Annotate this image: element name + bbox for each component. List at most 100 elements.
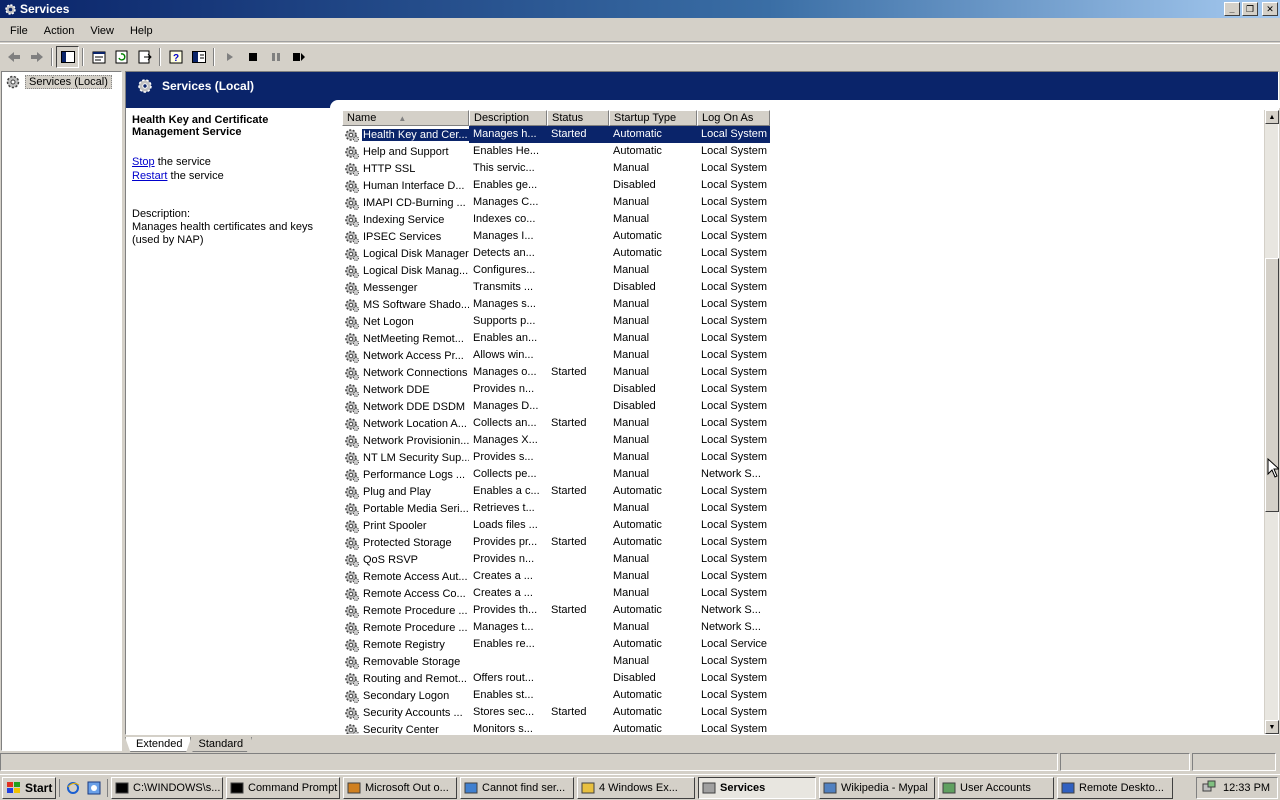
internet-explorer-icon[interactable] — [64, 779, 82, 797]
service-description: Provides s... — [473, 451, 534, 463]
table-row[interactable]: Network Location A... Collects an... Start… — [342, 415, 1264, 432]
show-hide-tree-button[interactable] — [56, 45, 79, 68]
taskbar-button[interactable]: Cannot find ser... — [460, 776, 574, 799]
service-name: Portable Media Seri... — [363, 502, 469, 515]
forward-button[interactable] — [25, 46, 48, 68]
status-cell-2 — [1060, 753, 1190, 771]
service-name-cell: Network DDE — [342, 382, 469, 398]
restart-service-button[interactable] — [287, 46, 310, 68]
table-row[interactable]: Health Key and Cer... Manages h... Started… — [342, 126, 1264, 143]
service-status — [547, 245, 609, 262]
table-row[interactable]: IMAPI CD-Burning ... Manages C... Manual Lo… — [342, 194, 1264, 211]
help-button[interactable]: ? — [164, 46, 187, 68]
column-header-startup-type[interactable]: Startup Type — [609, 110, 697, 126]
table-row[interactable]: Net Logon Supports p... Manual Local System — [342, 313, 1264, 330]
stop-service-button[interactable] — [241, 46, 264, 68]
table-row[interactable]: Secondary Logon Enables st... Automatic Loc… — [342, 687, 1264, 704]
properties-button[interactable] — [87, 46, 110, 68]
table-row[interactable]: Routing and Remot... Offers rout... Disabl… — [342, 670, 1264, 687]
taskbar-button[interactable]: User Accounts — [938, 776, 1054, 799]
start-button[interactable]: Start — [2, 776, 56, 799]
table-row[interactable]: IPSEC Services Manages I... Automatic Local… — [342, 228, 1264, 245]
network-tray-icon[interactable] — [1201, 780, 1217, 796]
table-row[interactable]: Protected Storage Provides pr... Started Au… — [342, 534, 1264, 551]
tab-standard[interactable]: Standard — [187, 737, 253, 752]
column-header-log-on-as[interactable]: Log On As — [697, 110, 770, 126]
column-header-description[interactable]: Description — [469, 110, 547, 126]
service-name-cell: QoS RSVP — [342, 552, 469, 568]
vertical-scrollbar[interactable]: ▲ ▼ — [1264, 110, 1279, 734]
table-row[interactable]: Remote Access Aut... Creates a ... Manual L… — [342, 568, 1264, 585]
table-row[interactable]: Plug and Play Enables a c... Started Automa… — [342, 483, 1264, 500]
service-name: Health Key and Cer... — [362, 128, 469, 141]
column-header-name[interactable]: Name ▲ — [342, 110, 469, 126]
service-status — [547, 636, 609, 653]
table-row[interactable]: Security Center Monitors s... Automatic Loc… — [342, 721, 1264, 734]
table-row[interactable]: Portable Media Seri... Retrieves t... Manu… — [342, 500, 1264, 517]
menu-action[interactable]: Action — [36, 22, 83, 40]
service-gear-icon — [345, 213, 359, 227]
table-row[interactable]: Network DDE DSDM Manages D... Disabled Loca… — [342, 398, 1264, 415]
service-description: Collects pe... — [473, 468, 537, 480]
service-description: Collects an... — [473, 417, 537, 429]
table-row[interactable]: Removable Storage Manual Local System — [342, 653, 1264, 670]
table-row[interactable]: Network Provisionin... Manages X... Manual… — [342, 432, 1264, 449]
table-row[interactable]: Network DDE Provides n... Disabled Local Sy… — [342, 381, 1264, 398]
table-row[interactable]: Indexing Service Indexes co... Manual Local… — [342, 211, 1264, 228]
taskbar-button[interactable]: C:\WINDOWS\s... — [111, 776, 223, 799]
export-list-button[interactable] — [133, 46, 156, 68]
taskbar-button[interactable]: Microsoft Out o... — [343, 776, 457, 799]
table-row[interactable]: Remote Access Co... Creates a ... Manual Lo… — [342, 585, 1264, 602]
service-startup-type: Disabled — [613, 400, 656, 412]
menu-view[interactable]: View — [82, 22, 122, 40]
service-log-on-as: Local System — [701, 179, 768, 191]
scroll-down-button[interactable]: ▼ — [1265, 720, 1279, 734]
table-row[interactable]: Network Connections Manages o... Started Ma… — [342, 364, 1264, 381]
scroll-up-button[interactable]: ▲ — [1265, 110, 1279, 124]
table-row[interactable]: Performance Logs ... Collects pe... Manual… — [342, 466, 1264, 483]
tab-extended[interactable]: Extended — [125, 737, 192, 752]
service-description: Transmits ... — [473, 281, 534, 293]
table-row[interactable]: Human Interface D... Enables ge... Disable… — [342, 177, 1264, 194]
table-row[interactable]: HTTP SSL This servic... Manual Local System — [342, 160, 1264, 177]
task-app-icon — [702, 781, 716, 795]
table-row[interactable]: Logical Disk Manag... Configures... Manual… — [342, 262, 1264, 279]
back-button[interactable] — [2, 46, 25, 68]
clock[interactable]: 12:33 PM — [1223, 782, 1270, 794]
table-row[interactable]: Remote Procedure ... Provides th... Starte… — [342, 602, 1264, 619]
restore-button[interactable]: ❐ — [1242, 2, 1258, 16]
table-row[interactable]: Help and Support Enables He... Automatic Lo… — [342, 143, 1264, 160]
table-row[interactable]: Print Spooler Loads files ... Automatic Loc… — [342, 517, 1264, 534]
menu-help[interactable]: Help — [122, 22, 161, 40]
table-row[interactable]: Remote Registry Enables re... Automatic Loc… — [342, 636, 1264, 653]
table-row[interactable]: Messenger Transmits ... Disabled Local Syst… — [342, 279, 1264, 296]
service-log-on-as: Local System — [701, 689, 768, 701]
minimize-button[interactable]: _ — [1224, 2, 1240, 16]
menu-bar: File Action View Help — [0, 20, 1280, 42]
browser-quick-launch-icon[interactable] — [85, 779, 103, 797]
table-row[interactable]: QoS RSVP Provides n... Manual Local System — [342, 551, 1264, 568]
taskbar-button[interactable]: Command Prompt — [226, 776, 340, 799]
stop-service-link[interactable]: Stop — [132, 156, 155, 168]
table-row[interactable]: Network Access Pr... Allows win... Manual L… — [342, 347, 1264, 364]
restart-service-link[interactable]: Restart — [132, 170, 167, 182]
refresh-button[interactable] — [110, 46, 133, 68]
table-row[interactable]: Security Accounts ... Stores sec... Starte… — [342, 704, 1264, 721]
pause-service-button[interactable] — [264, 46, 287, 68]
table-row[interactable]: MS Software Shado... Manages s... Manual Lo… — [342, 296, 1264, 313]
tree-node-services-local[interactable]: Services (Local) — [2, 72, 121, 92]
taskbar-button[interactable]: Remote Deskto... — [1057, 776, 1173, 799]
close-button[interactable]: ✕ — [1262, 2, 1278, 16]
show-extended-view-button[interactable] — [187, 46, 210, 68]
table-row[interactable]: NetMeeting Remot... Enables an... Manual Lo… — [342, 330, 1264, 347]
column-header-status[interactable]: Status — [547, 110, 609, 126]
table-row[interactable]: NT LM Security Sup... Provides s... Manual… — [342, 449, 1264, 466]
start-service-button[interactable] — [218, 46, 241, 68]
table-row[interactable]: Remote Procedure ... Manages t... Manual Ne… — [342, 619, 1264, 636]
menu-file[interactable]: File — [2, 22, 36, 40]
service-status — [547, 517, 609, 534]
taskbar-button[interactable]: Services — [698, 776, 816, 799]
taskbar-button[interactable]: Wikipedia - Mypal — [819, 776, 935, 799]
taskbar-button[interactable]: 4 Windows Ex... — [577, 776, 695, 799]
table-row[interactable]: Logical Disk Manager Detects an... Automat… — [342, 245, 1264, 262]
